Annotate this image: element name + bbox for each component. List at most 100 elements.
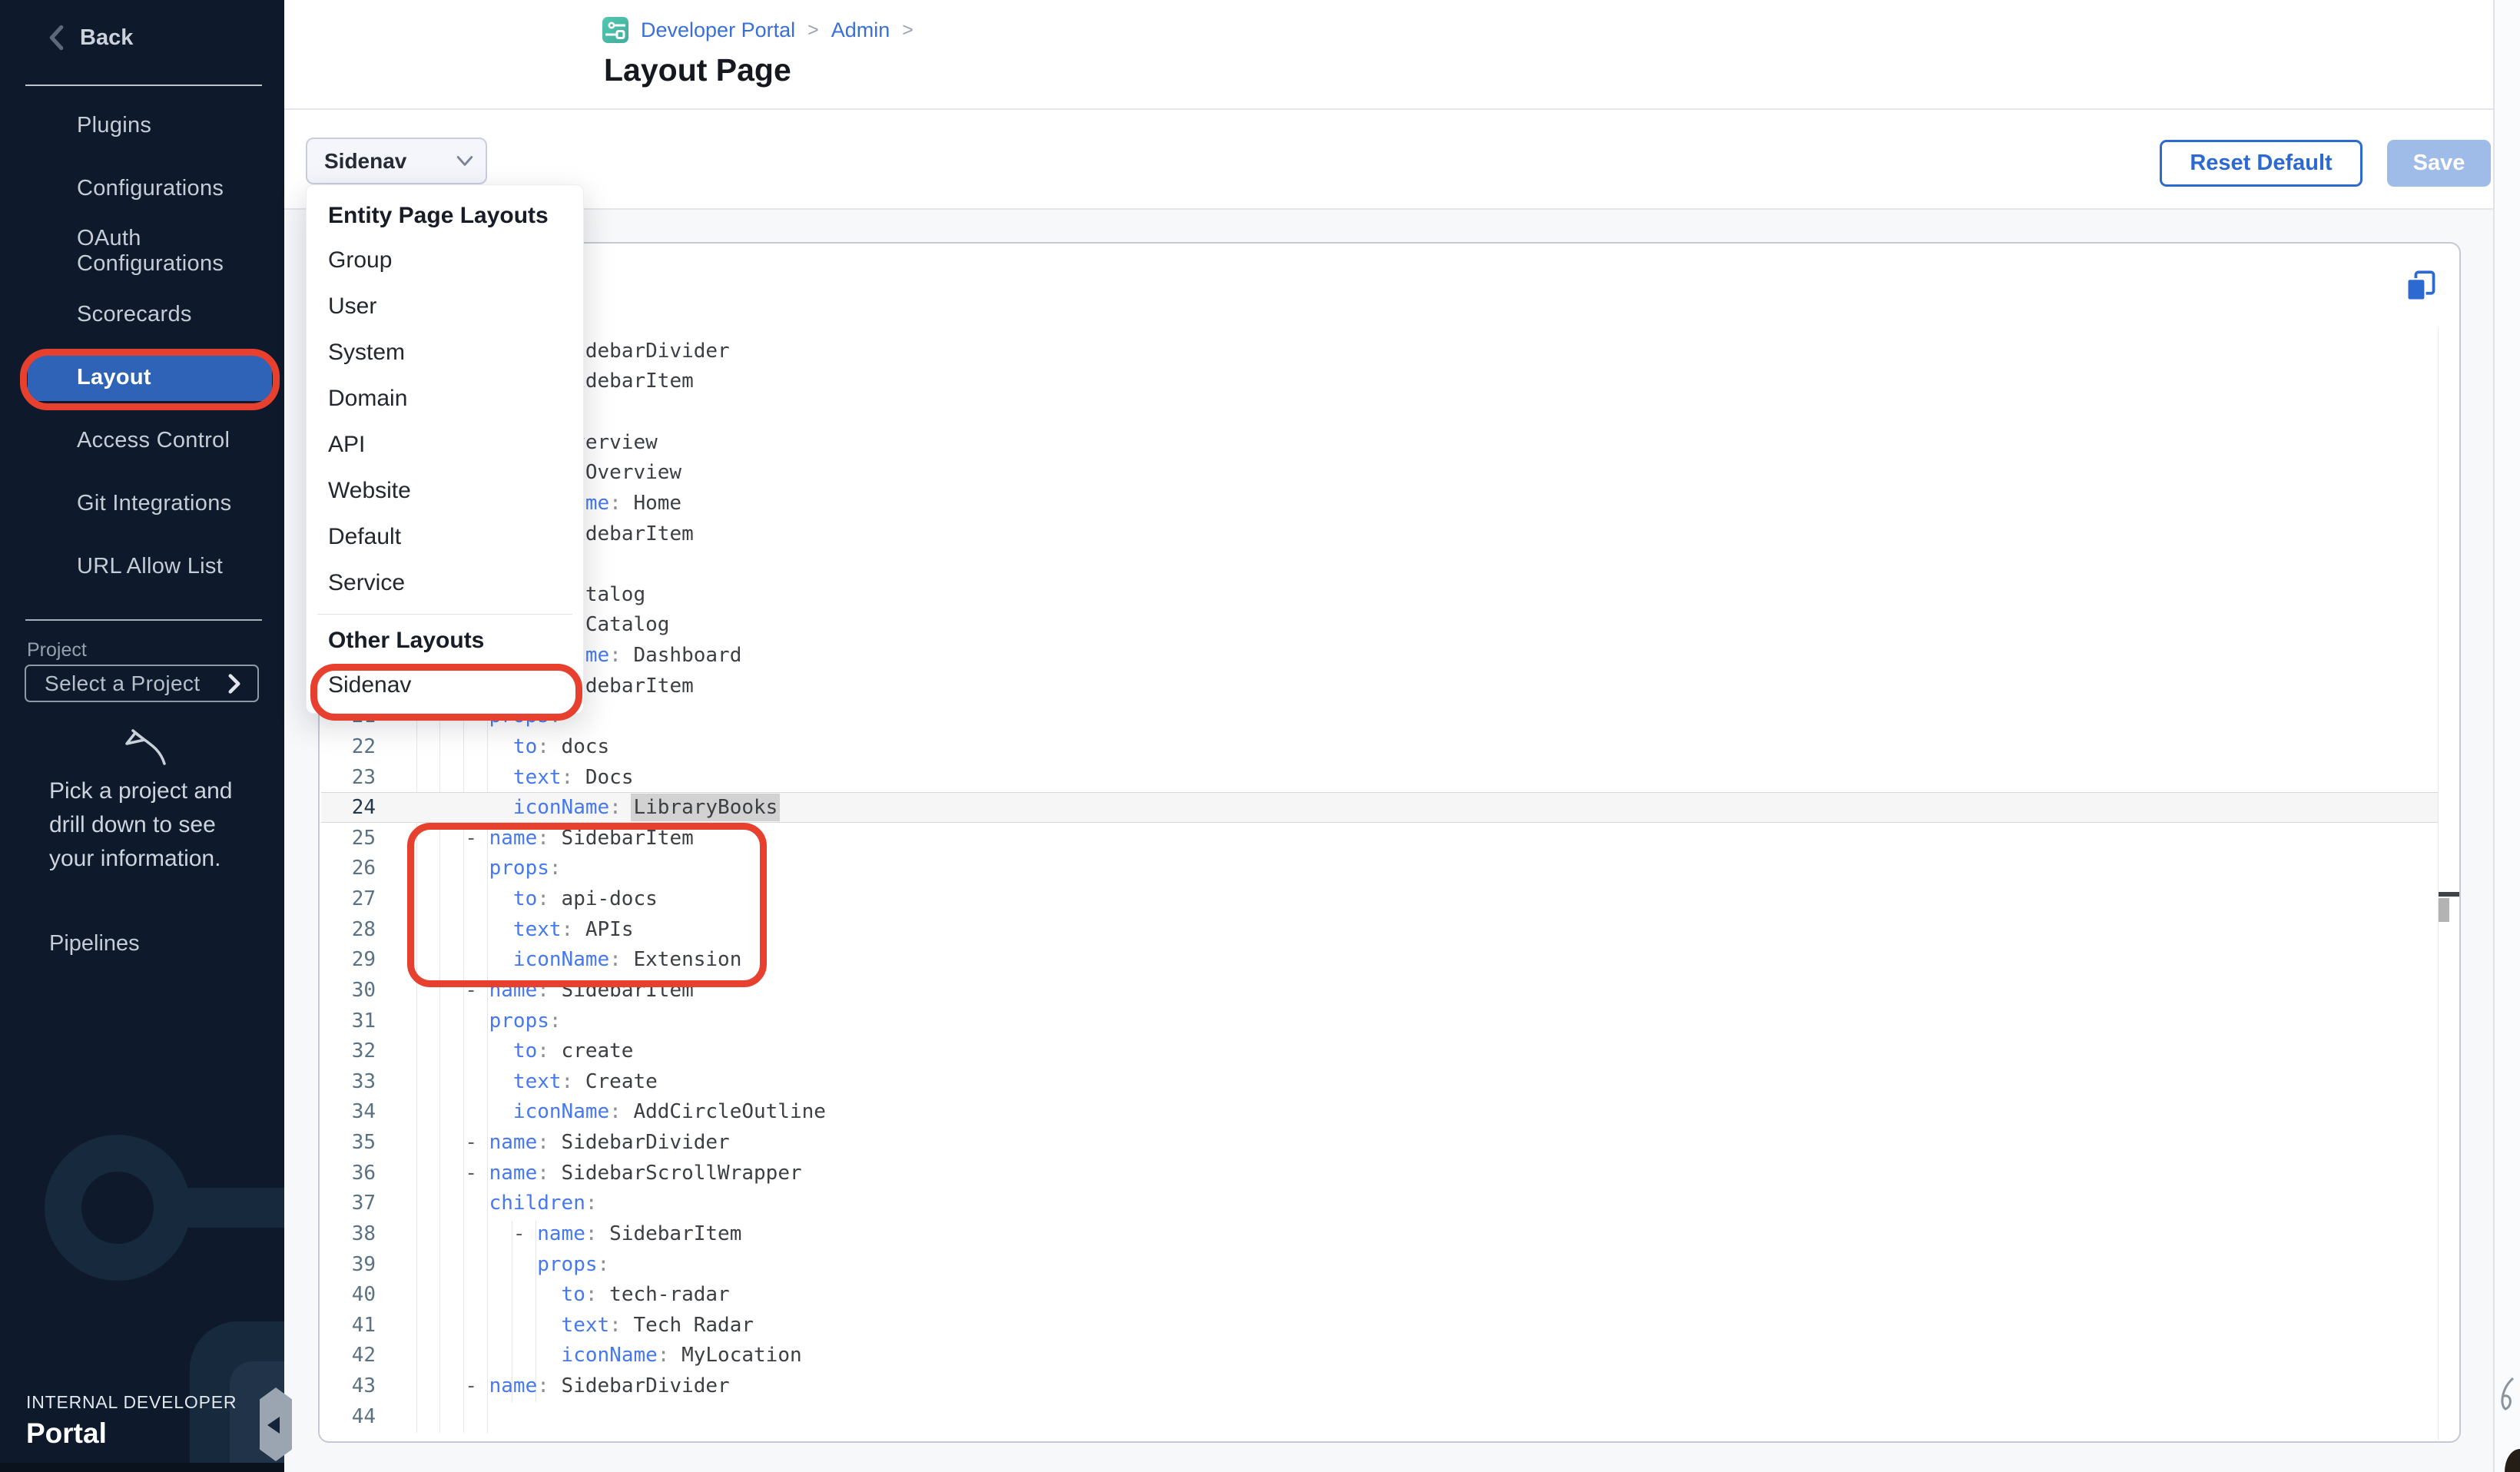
sidebar-item-pipelines[interactable]: Pipelines [49, 925, 140, 962]
code-line[interactable]: 31 props: [321, 1006, 2439, 1036]
project-label: Project [27, 639, 87, 661]
code-text: - name: SidebarDivider [376, 1131, 730, 1154]
hand-drawn-arrow-icon [108, 708, 172, 770]
dropdown-item[interactable]: API [307, 422, 583, 468]
code-line[interactable]: 42 iconName: MyLocation [321, 1341, 2439, 1371]
code-area[interactable]: 9 - name: SidebarDivider10 - name: Sideb… [321, 336, 2439, 1432]
code-line[interactable]: 30 - name: SidebarItem [321, 975, 2439, 1006]
breadcrumb-portal-link[interactable]: Developer Portal [641, 18, 795, 42]
code-line[interactable]: 16 props: [321, 549, 2439, 579]
code-line[interactable]: 34 iconName: AddCircleOutline [321, 1097, 2439, 1128]
sidebar-item[interactable]: URL Allow List [0, 535, 284, 598]
code-line[interactable]: 27 to: api-docs [321, 884, 2439, 914]
line-number: 41 [321, 1314, 376, 1337]
project-select-button[interactable]: Select a Project [25, 665, 259, 702]
code-line[interactable]: 41 text: Tech Radar [321, 1310, 2439, 1341]
sidebar-collapse-button[interactable] [260, 1387, 292, 1461]
code-line[interactable]: 10 - name: SidebarItem [321, 366, 2439, 397]
layout-select-dropdown: Entity Page Layouts GroupUserSystemDomai… [306, 184, 584, 714]
layout-select[interactable]: Sidenav [306, 138, 487, 184]
dropdown-item-label: Domain [328, 386, 407, 412]
code-line[interactable]: 25 - name: SidebarItem [321, 823, 2439, 854]
dropdown-item[interactable]: System [307, 330, 583, 376]
editor-scrollbar-track [2438, 328, 2439, 1440]
code-line[interactable]: 28 text: APIs [321, 914, 2439, 945]
sidebar-item-label: OAuth Configurations [77, 226, 284, 277]
code-line[interactable]: 44 [321, 1401, 2439, 1432]
save-button[interactable]: Save [2387, 140, 2491, 187]
editor-scrollbar-thumb[interactable] [2439, 898, 2449, 922]
copy-icon[interactable] [2404, 270, 2438, 303]
code-line[interactable]: 32 to: create [321, 1036, 2439, 1066]
code-line[interactable]: 40 to: tech-radar [321, 1279, 2439, 1310]
back-button[interactable]: Back [46, 18, 133, 57]
code-text: children: [376, 1192, 598, 1215]
chevron-down-icon [456, 155, 473, 167]
circuit-decoration [45, 1135, 191, 1281]
code-line[interactable]: 26 props: [321, 854, 2439, 884]
code-line[interactable]: 37 children: [321, 1189, 2439, 1219]
code-text: text: Tech Radar [376, 1314, 754, 1337]
code-line[interactable]: 14 iconName: Home [321, 488, 2439, 519]
dropdown-item-label: Sidenav [328, 672, 411, 698]
code-line[interactable]: 36 - name: SidebarScrollWrapper [321, 1158, 2439, 1189]
code-line[interactable]: 39 props: [321, 1249, 2439, 1280]
sidebar-item[interactable]: Access Control [0, 409, 284, 472]
code-text: props: [376, 857, 562, 880]
code-line[interactable]: 38 - name: SidebarItem [321, 1218, 2439, 1249]
code-line[interactable]: 22 to: docs [321, 731, 2439, 762]
code-line[interactable]: 21 props: [321, 701, 2439, 732]
dropdown-item[interactable]: Sidenav [307, 662, 583, 708]
dropdown-item[interactable]: Group [307, 237, 583, 283]
breadcrumb-separator: > [807, 19, 819, 41]
dropdown-item-label: Service [328, 570, 405, 596]
line-number: 32 [321, 1039, 376, 1063]
dropdown-item[interactable]: Service [307, 560, 583, 606]
line-number: 38 [321, 1222, 376, 1245]
code-line[interactable]: 12 to: overview [321, 427, 2439, 458]
code-line[interactable]: 33 text: Create [321, 1066, 2439, 1097]
dropdown-item-label: User [328, 293, 376, 320]
triangle-left-icon [267, 1417, 280, 1434]
reset-default-button[interactable]: Reset Default [2160, 140, 2362, 187]
code-text: - name: SidebarScrollWrapper [376, 1162, 802, 1185]
sidebar-item-label: Access Control [77, 428, 230, 453]
code-line[interactable]: 29 iconName: Extension [321, 945, 2439, 976]
code-line[interactable]: 11 props: [321, 396, 2439, 427]
sidebar-divider [25, 85, 262, 86]
sidebar-item[interactable]: Configurations [0, 157, 284, 220]
code-line[interactable]: 20 - name: SidebarItem [321, 671, 2439, 701]
dropdown-item[interactable]: Default [307, 514, 583, 560]
code-line[interactable]: 24 iconName: LibraryBooks [321, 792, 2439, 823]
code-line[interactable]: 18 text: Catalog [321, 610, 2439, 641]
dropdown-item[interactable]: Website [307, 468, 583, 514]
code-text: to: docs [376, 735, 609, 758]
dropdown-item[interactable]: Domain [307, 376, 583, 422]
code-line[interactable]: 15 - name: SidebarItem [321, 519, 2439, 549]
breadcrumb-admin-link[interactable]: Admin [831, 18, 890, 42]
code-line[interactable]: 9 - name: SidebarDivider [321, 336, 2439, 366]
page-scrollbar[interactable] [2493, 0, 2520, 1472]
sidebar-item[interactable]: Plugins [0, 94, 284, 157]
dropdown-item-label: System [328, 340, 405, 366]
dropdown-item[interactable]: User [307, 283, 583, 330]
sidebar-item[interactable]: Layout [28, 353, 272, 401]
sidebar-item[interactable]: Git Integrations [0, 472, 284, 535]
code-line[interactable]: 35 - name: SidebarDivider [321, 1127, 2439, 1158]
line-number: 43 [321, 1374, 376, 1397]
code-line[interactable]: 23 text: Docs [321, 762, 2439, 793]
code-line[interactable]: 13 text: Overview [321, 458, 2439, 489]
code-line[interactable]: 43 - name: SidebarDivider [321, 1371, 2439, 1401]
selected-text: LibraryBooks [633, 796, 778, 819]
sidebar-item-label: URL Allow List [77, 554, 223, 579]
code-text: text: APIs [376, 918, 633, 941]
dropdown-item-label: API [328, 432, 365, 458]
sidebar-item[interactable]: Scorecards [0, 283, 284, 346]
code-line[interactable]: 19 iconName: Dashboard [321, 640, 2439, 671]
sidebar-item[interactable]: OAuth Configurations [0, 220, 284, 283]
code-line[interactable]: 17 to: catalog [321, 579, 2439, 610]
yaml-editor[interactable]: 9 - name: SidebarDivider10 - name: Sideb… [318, 242, 2461, 1443]
breadcrumb-separator: > [902, 19, 914, 41]
code-text: to: create [376, 1039, 633, 1063]
line-number: 23 [321, 766, 376, 789]
